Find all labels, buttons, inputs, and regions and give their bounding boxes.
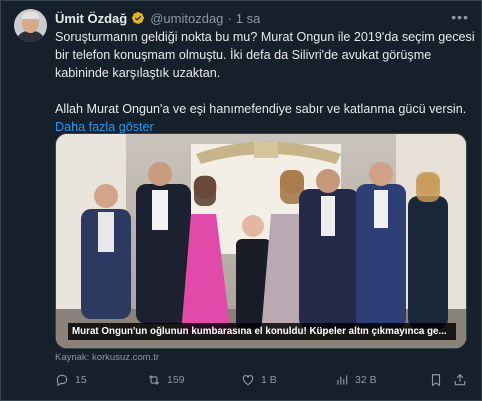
tweet-text-line: Allah Murat Ongun'a ve eşi hanımefendiye… <box>55 102 467 116</box>
media-photo[interactable]: Murat Ongun'un oğlunun kumbarasına el ko… <box>55 133 467 349</box>
share-button[interactable] <box>453 373 467 387</box>
reply-button[interactable]: 15 <box>55 373 87 387</box>
tweet-text-line: kabininde karşılaştık uzaktan. <box>55 66 221 80</box>
tweet-header: Ümit Özdağ @umitozdag · 1 sa <box>55 9 260 27</box>
media-source: Kaynak: korkusuz.com.tr <box>55 352 160 363</box>
repost-icon <box>148 375 160 385</box>
views-icon <box>337 375 348 385</box>
bookmark-button[interactable] <box>429 373 443 387</box>
repost-button[interactable]: 159 <box>147 373 185 387</box>
author-handle[interactable]: @umitozdag <box>150 11 223 26</box>
more-icon[interactable]: ••• <box>451 9 469 25</box>
action-bar: 15 159 1 B 32 B <box>55 373 467 391</box>
separator-dot: · <box>227 10 232 26</box>
tweet-text-line: bir telefon konuşmam olmuştu. İki defa d… <box>55 48 432 62</box>
bookmark-icon <box>431 374 441 387</box>
timestamp[interactable]: 1 sa <box>236 11 261 26</box>
like-button[interactable]: 1 B <box>241 373 277 387</box>
like-count: 1 B <box>261 374 277 386</box>
reply-icon <box>56 374 68 387</box>
author-name[interactable]: Ümit Özdağ <box>55 11 127 26</box>
repost-count: 159 <box>167 374 185 386</box>
verified-badge-icon <box>132 12 145 24</box>
tweet-card[interactable]: Ümit Özdağ @umitozdag · 1 sa ••• Soruştu… <box>0 0 482 401</box>
views-count: 32 B <box>355 374 377 386</box>
media-caption: Murat Ongun'un oğlunun kumbarasına el ko… <box>68 323 456 340</box>
avatar-hair <box>22 12 39 19</box>
wedding-photo-image <box>56 134 466 348</box>
share-icon <box>454 373 466 386</box>
reply-count: 15 <box>75 374 87 386</box>
like-icon <box>242 375 254 386</box>
views-button[interactable]: 32 B <box>335 373 377 387</box>
avatar[interactable] <box>14 9 47 42</box>
tweet-text-line: Soruşturmanın geldiği nokta bu mu? Murat… <box>55 30 475 44</box>
tweet-text: Soruşturmanın geldiği nokta bu mu? Murat… <box>55 28 475 136</box>
